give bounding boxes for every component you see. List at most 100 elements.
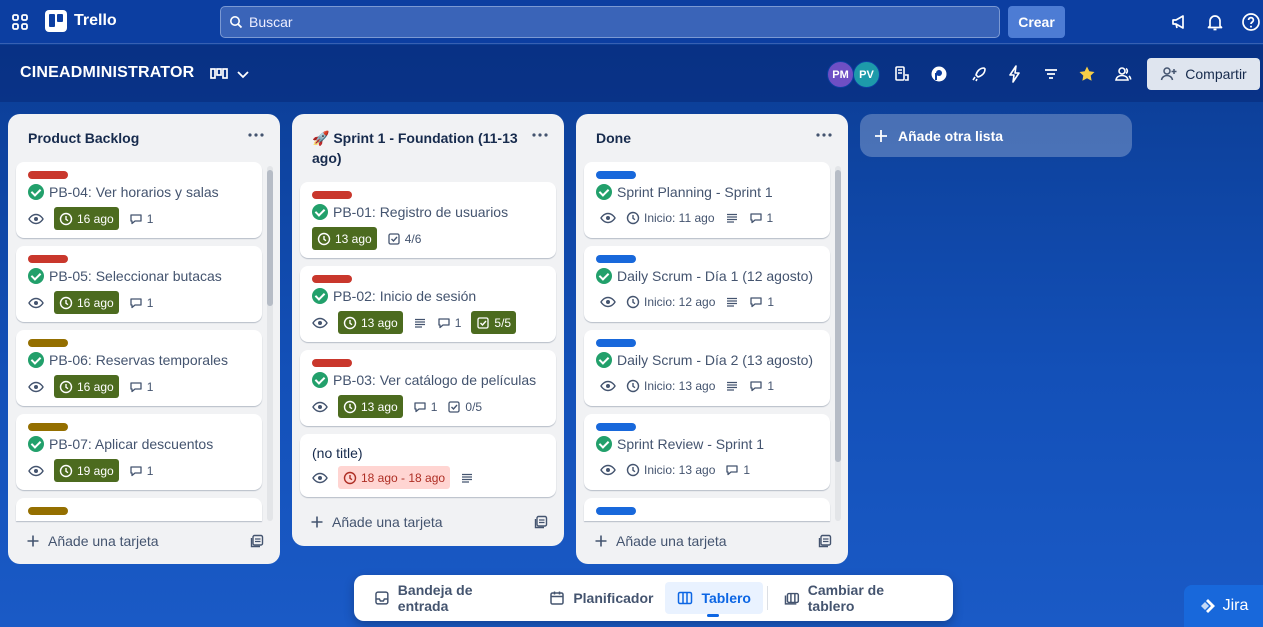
list-title[interactable]: Product Backlog: [28, 128, 139, 148]
add-card-button[interactable]: Añade una tarjeta: [594, 533, 727, 549]
watching-eye-icon: [28, 213, 44, 224]
start-date: Inicio: 13 ago: [644, 463, 716, 477]
card[interactable]: (no title) 18 ago - 18 ago: [300, 434, 556, 497]
card-template-icon[interactable]: [818, 534, 832, 548]
list-menu-icon[interactable]: [814, 128, 834, 142]
comment-count: 1: [146, 295, 154, 310]
card[interactable]: PB-01: Registro de usuarios 13 ago 4/6: [300, 182, 556, 258]
due-date-badge-overdue[interactable]: 18 ago - 18 ago: [338, 466, 451, 489]
due-date-badge[interactable]: 19 ago: [54, 459, 119, 482]
list-scrollbar[interactable]: [267, 166, 273, 521]
card-template-icon[interactable]: [534, 515, 548, 529]
avatar-pm[interactable]: PM: [827, 61, 854, 88]
card-partial[interactable]: [16, 498, 262, 521]
card[interactable]: PB-06: Reservas temporales 16 ago 1: [16, 330, 262, 406]
search-input[interactable]: Buscar: [220, 6, 1000, 38]
share-button[interactable]: Compartir: [1147, 58, 1260, 90]
help-icon[interactable]: [1241, 12, 1261, 32]
due-date-badge[interactable]: 16 ago: [54, 207, 119, 230]
board-tab[interactable]: Tablero: [665, 582, 763, 617]
comment-icon: [130, 297, 142, 308]
card-label: [28, 171, 68, 179]
start-date: Inicio: 11 ago: [644, 211, 715, 225]
add-card-button[interactable]: Añade una tarjeta: [310, 514, 443, 530]
complete-check-icon: [28, 352, 44, 368]
card[interactable]: PB-03: Ver catálogo de películas 13 ago …: [300, 350, 556, 426]
card-label: [596, 423, 636, 431]
comment-icon: [130, 213, 142, 224]
card[interactable]: PB-04: Ver horarios y salas 16 ago 1: [16, 162, 262, 238]
card-title: PB-07: Aplicar descuentos: [49, 436, 214, 452]
card[interactable]: Daily Scrum - Día 1 (12 agosto) Inicio: …: [584, 246, 830, 322]
power-up-circle-icon[interactable]: [929, 64, 949, 84]
list-menu-icon[interactable]: [246, 128, 266, 142]
card-title: PB-04: Ver horarios y salas: [49, 184, 219, 200]
card[interactable]: Daily Scrum - Día 2 (13 agosto) Inicio: …: [584, 330, 830, 406]
due-date-badge[interactable]: 16 ago: [54, 375, 119, 398]
search-placeholder: Buscar: [249, 14, 293, 30]
complete-check-icon: [596, 436, 612, 452]
inbox-tab[interactable]: Bandeja de entrada: [362, 582, 537, 614]
comment-icon: [438, 317, 450, 328]
card[interactable]: PB-07: Aplicar descuentos 19 ago 1: [16, 414, 262, 490]
members-icon[interactable]: [1113, 64, 1133, 84]
plus-icon: [27, 535, 39, 547]
clock-icon: [626, 463, 640, 477]
card[interactable]: Sprint Planning - Sprint 1 Inicio: 11 ag…: [584, 162, 830, 238]
checklist-count: 4/6: [404, 231, 422, 246]
complete-check-icon: [312, 372, 328, 388]
list-done: Done Sprint Planning - Sprint 1 Inicio: …: [576, 114, 848, 564]
checklist-icon: [388, 232, 400, 245]
due-date-badge[interactable]: 16 ago: [54, 291, 119, 314]
card-title: PB-06: Reservas temporales: [49, 352, 228, 368]
divider: [766, 586, 768, 610]
avatar-pv[interactable]: PV: [853, 61, 880, 88]
card-partial[interactable]: [584, 498, 830, 521]
card-label: [28, 339, 68, 347]
create-button[interactable]: Crear: [1008, 6, 1065, 38]
add-card-button[interactable]: Añade una tarjeta: [26, 533, 159, 549]
checklist-count: 0/5: [465, 399, 483, 414]
rocket-icon[interactable]: [969, 64, 989, 84]
card[interactable]: PB-02: Inicio de sesión 13 ago 1 5/5: [300, 266, 556, 342]
filter-icon[interactable]: [1041, 64, 1061, 84]
list-menu-icon[interactable]: [530, 128, 550, 142]
calendar-icon: [550, 591, 565, 605]
jira-button[interactable]: Jira: [1184, 585, 1263, 627]
card-title: PB-05: Seleccionar butacas: [49, 268, 222, 284]
card-title: Sprint Planning - Sprint 1: [617, 184, 773, 200]
comment-icon: [130, 465, 142, 476]
plus-icon: [595, 535, 607, 547]
app-switcher-icon[interactable]: [10, 12, 30, 32]
board-title[interactable]: CINEADMINISTRATOR: [20, 64, 194, 82]
clock-icon: [59, 296, 73, 309]
comment-count: 1: [743, 463, 751, 477]
share-label: Compartir: [1185, 66, 1247, 82]
due-date-badge[interactable]: 13 ago: [338, 395, 403, 418]
list-scrollbar[interactable]: [835, 166, 841, 521]
planner-tab[interactable]: Planificador: [537, 582, 665, 614]
switch-board-icon: [784, 592, 800, 605]
comment-count: 1: [430, 399, 438, 414]
card[interactable]: PB-05: Seleccionar butacas 16 ago 1: [16, 246, 262, 322]
watching-eye-icon: [28, 381, 44, 392]
star-icon[interactable]: [1077, 64, 1097, 84]
card[interactable]: Sprint Review - Sprint 1 Inicio: 13 ago …: [584, 414, 830, 490]
add-list-button[interactable]: Añade otra lista: [860, 114, 1132, 157]
automation-lightning-icon[interactable]: [1005, 64, 1025, 84]
due-date-badge[interactable]: 13 ago: [338, 311, 403, 334]
start-date: Inicio: 12 ago: [644, 295, 716, 309]
board-view-switcher-icon[interactable]: [210, 65, 255, 83]
notifications-bell-icon[interactable]: [1205, 12, 1225, 32]
board-header: CINEADMINISTRATOR PM PV Compartir: [0, 45, 1263, 102]
list-title[interactable]: 🚀 Sprint 1 - Foundation (11-13 ago): [312, 128, 522, 168]
jira-icon: [1200, 599, 1215, 613]
card-template-icon[interactable]: [250, 534, 264, 548]
card-label: [28, 423, 68, 431]
trello-logo[interactable]: Trello: [45, 10, 117, 32]
power-up-icon[interactable]: [892, 64, 912, 84]
list-title[interactable]: Done: [596, 128, 631, 148]
switch-board-tab[interactable]: Cambiar de tablero: [772, 582, 945, 614]
megaphone-icon[interactable]: [1169, 12, 1189, 32]
due-date-badge[interactable]: 13 ago: [312, 227, 377, 250]
